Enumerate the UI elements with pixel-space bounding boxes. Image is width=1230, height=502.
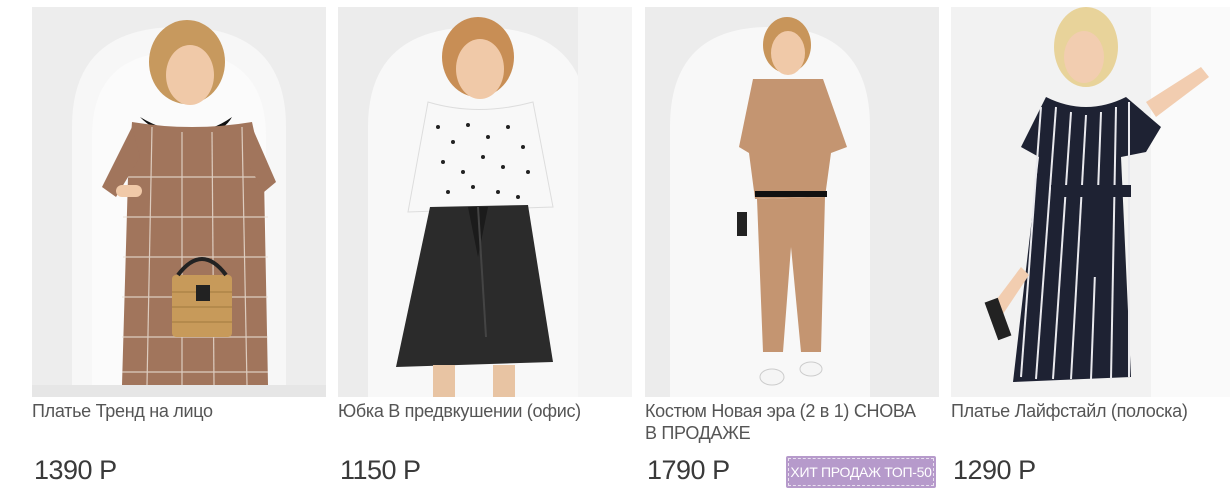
product-price: 1150 Р (340, 455, 421, 485)
product-price: 1790 Р (647, 455, 730, 485)
product-card[interactable]: Юбка В предвкушении (офис) 1150 Р (338, 7, 632, 497)
product-title[interactable]: Платье Тренд на лицо (32, 400, 312, 422)
product-title[interactable]: Юбка В предвкушении (офис) (338, 400, 618, 422)
product-title[interactable]: Костюм Новая эра (2 в 1) СНОВА В ПРОДАЖЕ (645, 400, 925, 444)
product-grid: Платье Тренд на лицо 1390 Р Юбка В предв… (0, 0, 1230, 502)
product-card[interactable]: Костюм Новая эра (2 в 1) СНОВА В ПРОДАЖЕ… (645, 7, 939, 497)
product-price: 1290 Р (953, 455, 1036, 485)
product-image[interactable] (32, 7, 326, 397)
product-price: 1390 Р (34, 455, 117, 485)
product-title[interactable]: Платье Лайфстайл (полоска) (951, 400, 1230, 422)
product-image[interactable] (338, 7, 632, 397)
bestseller-badge: ХИТ ПРОДАЖ ТОП-50 (786, 456, 936, 488)
product-image[interactable] (645, 7, 939, 397)
product-card[interactable]: Платье Лайфстайл (полоска) 1290 Р (951, 7, 1230, 497)
product-card[interactable]: Платье Тренд на лицо 1390 Р (32, 7, 326, 497)
product-image[interactable] (951, 7, 1230, 397)
